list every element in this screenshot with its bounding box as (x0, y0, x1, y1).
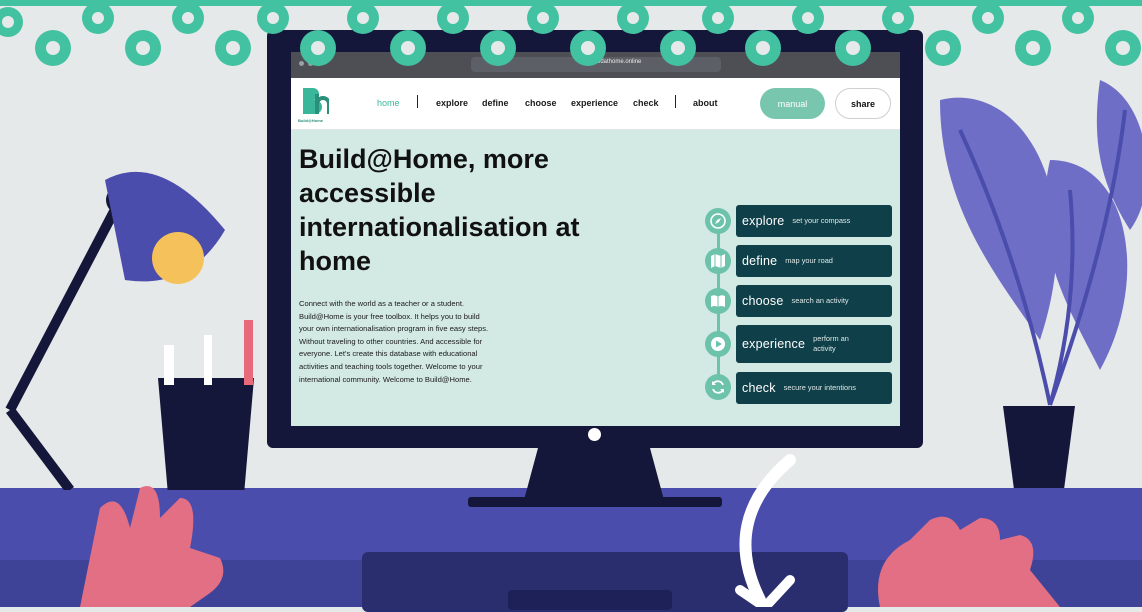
buildathome-logo[interactable] (299, 86, 329, 122)
step-check-card[interactable]: check secure your intentions (736, 372, 892, 404)
step-explore-label: explore (742, 214, 785, 228)
step-explore-card[interactable]: explore set your compass (736, 205, 892, 237)
map-icon[interactable] (705, 248, 731, 274)
logo-caption: Build@Home (298, 118, 324, 123)
nav-choose[interactable]: choose (525, 98, 557, 108)
monitor-stand (524, 448, 664, 500)
site-header: Build@Home home explore define choose ex… (291, 78, 900, 130)
nav-define[interactable]: define (482, 98, 509, 108)
book-icon[interactable] (705, 288, 731, 314)
step-choose-subtitle: search an activity (791, 296, 849, 305)
nav-about[interactable]: about (693, 98, 718, 108)
page-title: Build@Home, more accessible internationa… (299, 144, 580, 276)
right-hand-illustration (878, 516, 1060, 607)
compass-icon[interactable] (705, 208, 731, 234)
plant-illustration (940, 80, 1142, 406)
trackpad (508, 590, 672, 610)
step-check-subtitle: secure your intentions (783, 383, 856, 392)
step-define-label: define (742, 254, 778, 268)
step-define-card[interactable]: define map your road (736, 245, 892, 277)
step-check-label: check (742, 381, 776, 395)
curved-arrow-illustration (735, 454, 796, 607)
step-explore-subtitle: set your compass (792, 216, 851, 225)
step-choose-label: choose (742, 294, 784, 308)
step-experience-subtitle: perform an activity (813, 334, 849, 353)
left-hand-illustration (80, 486, 224, 607)
play-icon[interactable] (705, 331, 731, 357)
nav-check[interactable]: check (633, 98, 659, 108)
nav-experience[interactable]: experience (571, 98, 618, 108)
monitor-stand-base (468, 497, 722, 507)
browser-window: buildathome.online Build@Home home explo… (291, 52, 900, 426)
refresh-icon[interactable] (705, 374, 731, 400)
manual-button[interactable]: manual (760, 88, 825, 119)
share-button[interactable]: share (835, 88, 891, 119)
nav-divider (675, 95, 676, 108)
nav-divider (417, 95, 418, 108)
step-experience-label: experience (742, 337, 806, 351)
step-choose-card[interactable]: choose search an activity (736, 285, 892, 317)
pens-illustration (164, 320, 253, 385)
intro-paragraph: Connect with the world as a teacher or a… (299, 299, 489, 384)
step-experience-card[interactable]: experience perform an activity (736, 325, 892, 363)
nav-home[interactable]: home (377, 98, 400, 108)
monitor-power-light (588, 428, 601, 441)
nav-explore[interactable]: explore (436, 98, 468, 108)
step-define-subtitle: map your road (785, 256, 833, 265)
plant-pot (1003, 406, 1075, 488)
bead-garland-decoration (0, 0, 1142, 66)
